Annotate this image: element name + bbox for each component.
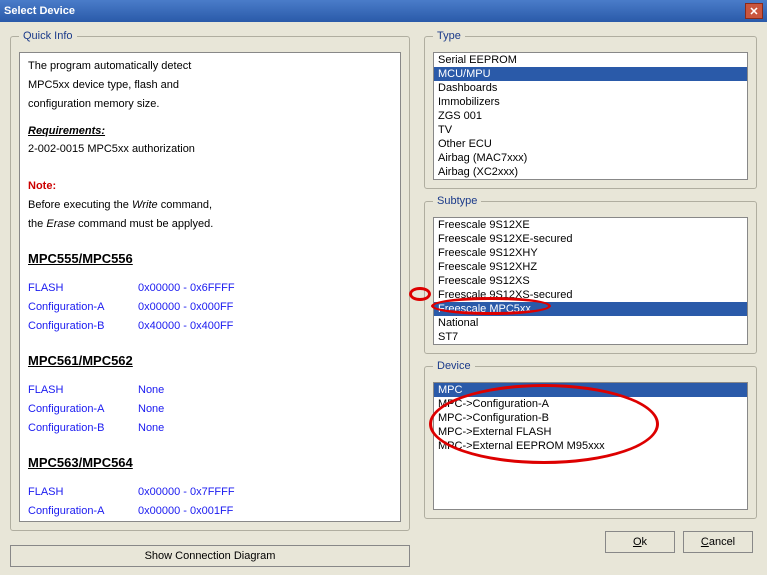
titlebar: Select Device ✕ (0, 0, 767, 22)
intro-line: MPC5xx device type, flash and (28, 78, 392, 93)
requirements-text: 2-002-0015 MPC5xx authorization (28, 142, 392, 157)
list-item[interactable]: TV (434, 123, 747, 137)
list-item[interactable]: Airbag (MAC7xxx) (434, 151, 747, 165)
subtype-legend: Subtype (433, 195, 481, 207)
type-legend: Type (433, 30, 465, 42)
list-item[interactable]: Serial EEPROM (434, 53, 747, 67)
list-item[interactable]: Freescale 9S12XE-secured (434, 232, 747, 246)
quick-info-text[interactable]: The program automatically detect MPC5xx … (19, 52, 401, 522)
annotation-circle (409, 287, 431, 301)
type-group: Type Serial EEPROMMCU/MPUDashboardsImmob… (424, 30, 757, 189)
mem-row: FLASH0x00000 - 0x6FFFF (28, 281, 392, 296)
list-item[interactable]: Dashboards (434, 81, 747, 95)
list-item[interactable]: ST7 (434, 330, 747, 344)
note-line: Before executing the Write command, (28, 198, 392, 213)
left-column: Quick Info The program automatically det… (10, 30, 410, 567)
list-item[interactable]: Immobilizers (434, 95, 747, 109)
dialog-buttons: Ok Cancel (424, 531, 757, 553)
close-icon: ✕ (749, 5, 758, 18)
list-item[interactable]: Freescale 9S12XS-secured (434, 288, 747, 302)
list-item[interactable]: MPC (434, 383, 747, 397)
device-listbox[interactable]: MPCMPC->Configuration-AMPC->Configuratio… (433, 382, 748, 510)
quick-info-group: Quick Info The program automatically det… (10, 30, 410, 531)
list-item[interactable]: ZGS 001 (434, 109, 747, 123)
ok-button[interactable]: Ok (605, 531, 675, 553)
type-listbox[interactable]: Serial EEPROMMCU/MPUDashboardsImmobilize… (433, 52, 748, 180)
list-item[interactable]: MPC->External EEPROM M95xxx (434, 439, 747, 453)
mem-row: FLASH0x00000 - 0x7FFFF (28, 485, 392, 500)
show-connection-diagram-button[interactable]: Show Connection Diagram (10, 545, 410, 567)
mem-row: Configuration-BNone (28, 421, 392, 436)
subtype-group: Subtype Freescale 9S12XEFreescale 9S12XE… (424, 195, 757, 354)
list-item[interactable]: MPC->Configuration-A (434, 397, 747, 411)
device-legend: Device (433, 360, 475, 372)
window-title: Select Device (4, 5, 745, 17)
mem-row: Configuration-B0x40000 - 0x400FF (28, 319, 392, 334)
right-column: Type Serial EEPROMMCU/MPUDashboardsImmob… (424, 30, 757, 567)
note-line: the Erase command must be applyed. (28, 217, 392, 232)
list-item[interactable]: Airbag (XC2xxx) (434, 165, 747, 179)
list-item[interactable]: MPC->External FLASH (434, 425, 747, 439)
main-content: Quick Info The program automatically det… (0, 22, 767, 575)
list-item[interactable]: Freescale MPC5xx (434, 302, 747, 316)
quick-info-legend: Quick Info (19, 30, 77, 42)
mem-row: FLASHNone (28, 383, 392, 398)
mem-row: Configuration-ANone (28, 402, 392, 417)
intro-line: configuration memory size. (28, 97, 392, 112)
list-item[interactable]: Other ECU (434, 137, 747, 151)
list-item[interactable]: Freescale 9S12XS (434, 274, 747, 288)
list-item[interactable]: MPC->Configuration-B (434, 411, 747, 425)
mem-row: Configuration-A0x00000 - 0x001FF (28, 504, 392, 519)
list-item[interactable]: Freescale 9S12XHZ (434, 260, 747, 274)
requirements-header: Requirements: (28, 124, 392, 139)
cancel-button[interactable]: Cancel (683, 531, 753, 553)
list-item[interactable]: Freescale 9S12XHY (434, 246, 747, 260)
section-header: MPC555/MPC556 (28, 250, 392, 268)
close-button[interactable]: ✕ (745, 3, 763, 19)
list-item[interactable]: National (434, 316, 747, 330)
list-item[interactable]: Freescale 9S12XE (434, 218, 747, 232)
intro-line: The program automatically detect (28, 59, 392, 74)
subtype-listbox[interactable]: Freescale 9S12XEFreescale 9S12XE-secured… (433, 217, 748, 345)
note-header: Note: (28, 179, 392, 194)
section-header: MPC561/MPC562 (28, 352, 392, 370)
section-header: MPC563/MPC564 (28, 454, 392, 472)
mem-row: Configuration-A0x00000 - 0x000FF (28, 300, 392, 315)
list-item[interactable]: MCU/MPU (434, 67, 747, 81)
device-group: Device MPCMPC->Configuration-AMPC->Confi… (424, 360, 757, 519)
